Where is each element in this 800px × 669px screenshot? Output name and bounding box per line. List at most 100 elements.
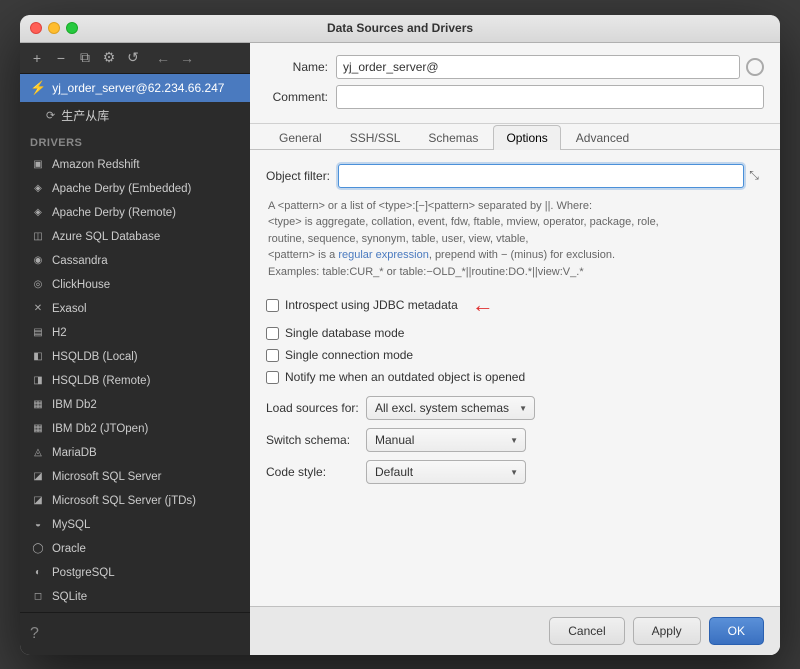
object-filter-input[interactable] [338, 164, 744, 188]
driver-item[interactable]: ◈ Apache Derby (Remote) [20, 201, 250, 225]
selected-connection[interactable]: ⚡ yj_order_server@62.234.66.247 [20, 74, 250, 102]
driver-icon: ◪ [30, 469, 46, 485]
driver-item[interactable]: ◎ClickHouse [20, 273, 250, 297]
driver-item[interactable]: ◯Oracle [20, 537, 250, 561]
switch-schema-dropdown-wrap: Manual Automatic [366, 428, 526, 452]
single-db-checkbox[interactable] [266, 327, 279, 340]
object-filter-row: Object filter: ⤡ [266, 164, 764, 188]
load-sources-row: Load sources for: All excl. system schem… [266, 396, 764, 420]
load-sources-select[interactable]: All excl. system schemas All Current sch… [366, 396, 535, 420]
refresh-button[interactable]: ↺ [122, 47, 144, 69]
close-button[interactable] [30, 22, 42, 34]
ok-button[interactable]: OK [709, 617, 764, 645]
notify-outdated-row: Notify me when an outdated object is ope… [266, 370, 764, 384]
driver-icon: ◒ [30, 517, 46, 533]
name-input-wrap [336, 55, 764, 79]
driver-item[interactable]: ◐PostgreSQL [20, 561, 250, 585]
single-conn-label: Single connection mode [285, 348, 413, 362]
help-button[interactable]: ? [20, 617, 250, 651]
driver-item[interactable]: ▣Amazon Redshift [20, 153, 250, 177]
driver-icon: ◈ [30, 205, 46, 221]
driver-item[interactable]: ✕Exasol [20, 297, 250, 321]
driver-icon: ✕ [30, 301, 46, 317]
driver-name: ClickHouse [52, 279, 110, 291]
driver-name: Azure SQL Database [52, 231, 160, 243]
driver-name: MariaDB [52, 447, 97, 459]
driver-icon: ▦ [30, 397, 46, 413]
remove-connection-button[interactable]: − [50, 47, 72, 69]
name-input[interactable] [336, 55, 740, 79]
driver-item[interactable]: ◈Apache Derby (Embedded) [20, 177, 250, 201]
tabs-bar: General SSH/SSL Schemas Options Advanced [250, 124, 780, 150]
notify-outdated-checkbox[interactable] [266, 371, 279, 384]
driver-item[interactable]: ◒ MySQL [20, 513, 250, 537]
driver-item[interactable]: ◉Cassandra [20, 249, 250, 273]
name-label: Name: [266, 60, 336, 74]
help-line-3: routine, sequence, synonym, table, user,… [268, 233, 528, 245]
comment-label: Comment: [266, 90, 336, 104]
apply-button[interactable]: Apply [633, 617, 701, 645]
driver-icon: ◻ [30, 589, 46, 605]
driver-icon: ◫ [30, 229, 46, 245]
dialog-title: Data Sources and Drivers [327, 21, 473, 35]
connection-icon: ⚡ [30, 80, 46, 96]
code-style-row: Code style: Default Custom [266, 460, 764, 484]
help-text: A <pattern> or a list of <type>:[−]<patt… [266, 198, 764, 281]
introspect-jdbc-checkbox[interactable] [266, 299, 279, 312]
driver-icon: ▣ [30, 157, 46, 173]
back-button[interactable]: ← [152, 48, 174, 68]
driver-name: MySQL [52, 519, 90, 531]
settings-button[interactable]: ⚙ [98, 47, 120, 69]
driver-icon: ▦ [30, 421, 46, 437]
forward-button[interactable]: → [176, 48, 198, 68]
tab-schemas[interactable]: Schemas [415, 125, 491, 150]
single-db-label: Single database mode [285, 326, 404, 340]
sidebar-toolbar: + − ⧉ ⚙ ↺ ← → [20, 43, 250, 74]
single-conn-checkbox[interactable] [266, 349, 279, 362]
driver-item[interactable]: ◨HSQLDB (Remote) [20, 369, 250, 393]
help-line-6: Examples: table:CUR_* or table:−OLD_*||r… [268, 266, 584, 278]
maximize-button[interactable] [66, 22, 78, 34]
driver-item[interactable]: ◬MariaDB [20, 441, 250, 465]
comment-input[interactable] [336, 85, 764, 109]
single-conn-row: Single connection mode [266, 348, 764, 362]
help-line-5: , prepend with − (minus) for exclusion. [429, 249, 615, 261]
driver-icon: ◉ [30, 253, 46, 269]
driver-name: Apache Derby (Remote) [52, 207, 176, 219]
driver-item[interactable]: ▤H2 [20, 321, 250, 345]
switch-schema-select[interactable]: Manual Automatic [366, 428, 526, 452]
load-sources-dropdown-wrap: All excl. system schemas All Current sch… [366, 396, 535, 420]
tab-advanced[interactable]: Advanced [563, 125, 642, 150]
introspect-jdbc-row: Introspect using JDBC metadata ← [266, 292, 764, 318]
tab-general[interactable]: General [266, 125, 335, 150]
code-style-select[interactable]: Default Custom [366, 460, 526, 484]
introspect-jdbc-label: Introspect using JDBC metadata [285, 298, 458, 312]
driver-item[interactable]: ◪Microsoft SQL Server (jTDs) [20, 489, 250, 513]
load-sources-label: Load sources for: [266, 401, 366, 415]
connection-form-top: Name: Comment: [250, 43, 780, 124]
add-connection-button[interactable]: + [26, 47, 48, 69]
cancel-button[interactable]: Cancel [549, 617, 624, 645]
switch-schema-row: Switch schema: Manual Automatic [266, 428, 764, 452]
help-line-2: <type> is aggregate, collation, event, f… [268, 216, 659, 228]
driver-item[interactable]: ▦IBM Db2 (JTOpen) [20, 417, 250, 441]
name-row: Name: [266, 55, 764, 79]
filter-expand-button[interactable]: ⤡ [744, 165, 764, 187]
minimize-button[interactable] [48, 22, 60, 34]
switch-schema-label: Switch schema: [266, 433, 366, 447]
driver-item[interactable]: ◫ Azure SQL Database [20, 225, 250, 249]
duplicate-connection-button[interactable]: ⧉ [74, 47, 96, 69]
driver-item[interactable]: ▦IBM Db2 [20, 393, 250, 417]
driver-item[interactable]: ◻SQLite [20, 585, 250, 609]
driver-item[interactable]: ◪Microsoft SQL Server [20, 465, 250, 489]
sidebar: + − ⧉ ⚙ ↺ ← → ⚡ yj_order_server@62.234.6… [20, 43, 250, 655]
traffic-lights [30, 22, 78, 34]
regex-link[interactable]: regular expression [338, 249, 429, 261]
tab-ssh-ssl[interactable]: SSH/SSL [337, 125, 414, 150]
bottom-bar: Cancel Apply OK [250, 606, 780, 655]
sub-connection-item[interactable]: ⟳ 生产从库 [20, 102, 250, 129]
object-filter-label: Object filter: [266, 169, 330, 183]
tab-options[interactable]: Options [493, 125, 560, 150]
title-bar: Data Sources and Drivers [20, 15, 780, 43]
driver-item[interactable]: ◧HSQLDB (Local) [20, 345, 250, 369]
